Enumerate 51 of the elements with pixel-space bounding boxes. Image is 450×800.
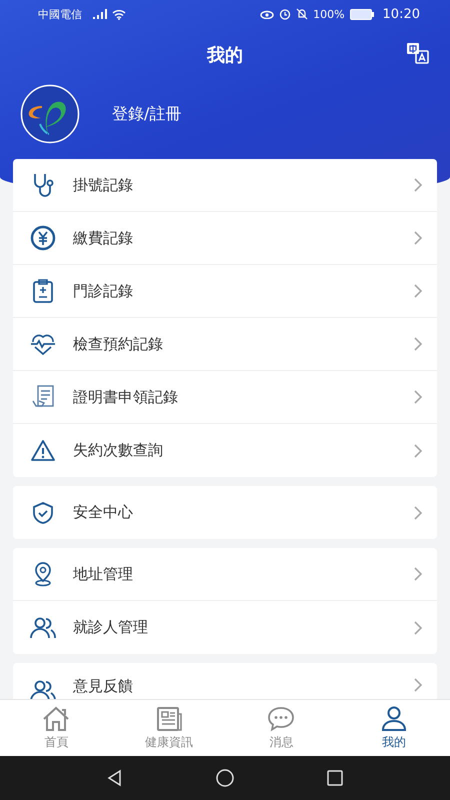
chevron-right-icon: [413, 389, 423, 405]
menu-label: 就診人管理: [73, 618, 149, 637]
menu-label: 繳費記錄: [73, 228, 134, 248]
chevron-right-icon: [413, 230, 423, 246]
menu-row[interactable]: 安全中心: [13, 486, 437, 539]
menu-row[interactable]: 門診記錄: [13, 265, 437, 318]
wifi-icon: [112, 8, 126, 20]
chevron-right-icon: [413, 336, 423, 352]
menu-label: 安全中心: [73, 503, 134, 522]
menu-label: 意見反饋: [73, 677, 134, 696]
login-register-link[interactable]: 登錄/註冊: [112, 104, 182, 124]
menu-row[interactable]: 掛號記錄: [13, 159, 437, 212]
recent-apps-icon[interactable]: [325, 768, 345, 788]
user-icon: [380, 706, 408, 732]
clock-time: 10:20: [382, 6, 420, 22]
menu-label: 掛號記錄: [73, 176, 134, 194]
menu-label: 地址管理: [73, 564, 134, 584]
page-title: 我的: [207, 44, 243, 67]
tab[interactable]: 我的: [338, 700, 450, 756]
menu-label: 失約次數查詢: [73, 441, 164, 460]
signal-icon: [93, 9, 107, 19]
chevron-right-icon: [413, 566, 423, 582]
menu-row[interactable]: 證明書申領記錄: [13, 371, 437, 424]
menu-row[interactable]: 地址管理: [13, 548, 437, 601]
chat-bubble-icon: [267, 706, 296, 732]
menu-label: 檢查預約記錄: [73, 334, 164, 354]
chevron-right-icon: [413, 177, 423, 193]
newspaper-icon: [154, 706, 183, 732]
logo-avatar[interactable]: [20, 84, 80, 144]
menu-row[interactable]: 繳費記錄: [13, 212, 437, 265]
menu-label: 證明書申領記錄: [73, 388, 179, 406]
eye-icon: [260, 9, 274, 19]
menu-row[interactable]: 檢查預約記錄: [13, 318, 437, 371]
home-icon: [42, 706, 70, 732]
menu-label: 門診記錄: [73, 282, 134, 300]
home-button-icon[interactable]: [215, 768, 235, 788]
chevron-right-icon: [413, 620, 423, 636]
bell-off-icon: [296, 8, 308, 20]
battery-icon: [350, 8, 374, 20]
translate-icon[interactable]: [406, 42, 430, 64]
chevron-right-icon: [413, 677, 423, 693]
menu-row[interactable]: 失約次數查詢: [13, 424, 437, 477]
battery-percent: 100%: [313, 8, 345, 20]
chevron-right-icon: [413, 504, 423, 520]
alarm-icon: [279, 8, 292, 20]
yen-coin-icon: [29, 224, 57, 252]
chevron-right-icon: [413, 283, 423, 299]
menu-row[interactable]: 意見反饋: [13, 663, 437, 699]
menu-row[interactable]: 就診人管理: [13, 601, 437, 654]
chevron-right-icon: [413, 442, 423, 458]
carrier-name: 中國電信: [38, 6, 82, 22]
